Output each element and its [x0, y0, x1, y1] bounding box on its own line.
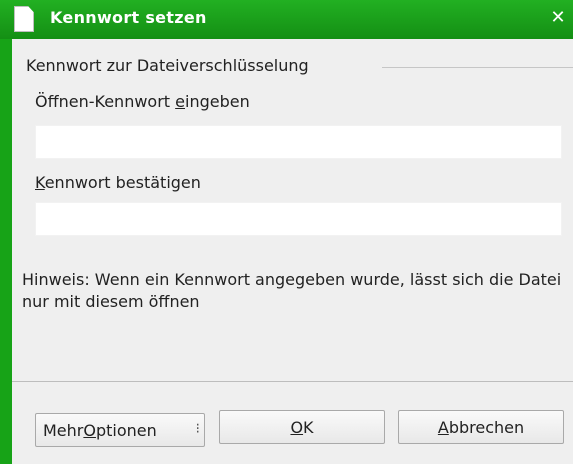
window-frame [0, 0, 12, 464]
dialog-content: Kennwort zur Dateiverschlüsselung Öffnen… [12, 39, 573, 464]
ok-label-mnemonic: O [290, 417, 304, 437]
more-options-label-pre: Mehr [43, 420, 84, 440]
confirm-password-label-mnemonic: K [35, 173, 45, 192]
more-options-label-post: ptionen [95, 420, 157, 440]
title-bar[interactable]: Kennwort setzen ✕ [0, 0, 573, 39]
open-password-label-mnemonic: e [175, 92, 185, 111]
ok-label-post: K [303, 417, 314, 437]
open-password-label-post: ingeben [185, 92, 250, 111]
expand-indicator-icon: ⁝ [195, 421, 200, 437]
confirm-password-label: Kennwort bestätigen [35, 173, 201, 192]
more-options-button[interactable]: Mehr Optionen ⁝ [35, 413, 205, 447]
group-label: Kennwort zur Dateiverschlüsselung [26, 56, 309, 75]
close-button[interactable]: ✕ [547, 4, 569, 32]
button-separator [12, 381, 573, 382]
document-icon [14, 6, 34, 32]
hint-text: Hinweis: Wenn ein Kennwort angegeben wur… [22, 270, 562, 311]
open-password-field[interactable] [35, 125, 562, 159]
window-title: Kennwort setzen [50, 8, 207, 27]
group-divider [382, 67, 573, 68]
cancel-label-mnemonic: A [437, 417, 449, 437]
open-password-label-pre: Öffnen-Kennwort [35, 92, 176, 111]
confirm-password-label-post: ennwort bestätigen [44, 173, 201, 192]
more-options-label-mnemonic: O [83, 420, 96, 440]
ok-button[interactable]: OK [219, 410, 385, 444]
open-password-label: Öffnen-Kennwort eingeben [35, 92, 250, 111]
confirm-password-field[interactable] [35, 202, 562, 236]
cancel-label-post: bbrechen [448, 417, 525, 437]
cancel-button[interactable]: Abbrechen [398, 410, 564, 444]
